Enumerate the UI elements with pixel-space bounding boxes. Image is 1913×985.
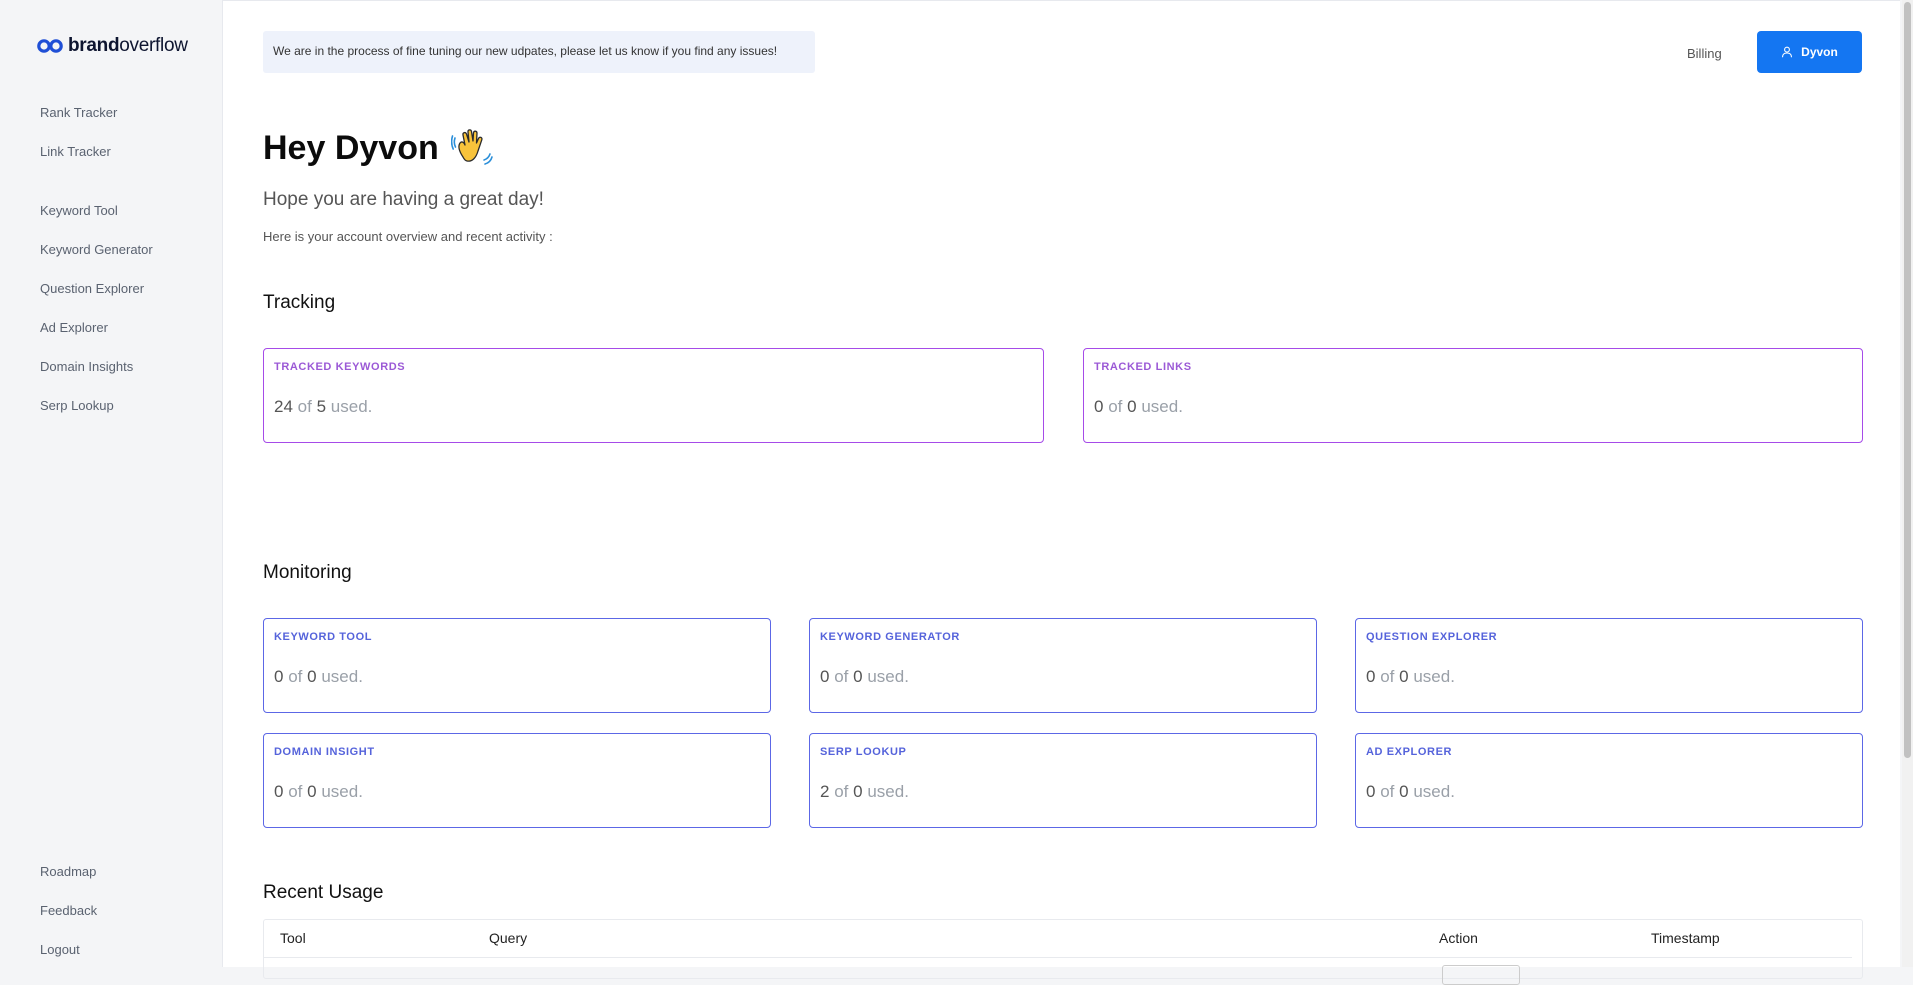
scrollbar-thumb[interactable] — [1904, 2, 1911, 758]
nav-logout[interactable]: Logout — [40, 942, 80, 957]
column-header-query[interactable]: Query — [489, 930, 527, 946]
column-header-tool[interactable]: Tool — [280, 930, 306, 946]
main-panel: We are in the process of fine tuning our… — [222, 0, 1900, 985]
card-label: QUESTION EXPLORER — [1366, 631, 1498, 643]
card-usage: 0 of 0 used. — [274, 782, 363, 801]
question-explorer-card: QUESTION EXPLORER 0 of 0 used. — [1355, 618, 1863, 713]
ad-explorer-card: AD EXPLORER 0 of 0 used. — [1355, 733, 1863, 828]
sidebar: brandoverflow Rank Tracker Link Tracker … — [0, 0, 222, 967]
nav-rank-tracker[interactable]: Rank Tracker — [40, 105, 117, 120]
nav-link-tracker[interactable]: Link Tracker — [40, 144, 111, 159]
page-title: Hey Dyvon — [263, 127, 493, 169]
column-header-action[interactable]: Action — [1439, 930, 1478, 946]
recent-usage-heading: Recent Usage — [263, 882, 384, 903]
domain-insight-card: DOMAIN INSIGHT 0 of 0 used. — [263, 733, 771, 828]
user-menu-button[interactable]: Dyvon — [1757, 31, 1862, 73]
card-label: KEYWORD GENERATOR — [820, 631, 960, 643]
tracked-keywords-card: TRACKED KEYWORDS 24 of 5 used. — [263, 348, 1044, 443]
keyword-tool-card: KEYWORD TOOL 0 of 0 used. — [263, 618, 771, 713]
update-notice: We are in the process of fine tuning our… — [263, 31, 815, 73]
table-header-divider — [264, 957, 1852, 958]
user-name: Dyvon — [1801, 45, 1838, 59]
infinity-logo-icon — [37, 39, 63, 53]
nav-ad-explorer[interactable]: Ad Explorer — [40, 320, 108, 335]
card-usage: 0 of 0 used. — [1366, 782, 1455, 801]
card-usage: 0 of 0 used. — [274, 667, 363, 686]
card-usage: 0 of 0 used. — [1094, 397, 1183, 416]
nav-keyword-tool[interactable]: Keyword Tool — [40, 203, 118, 218]
monitoring-heading: Monitoring — [263, 562, 352, 583]
tracking-heading: Tracking — [263, 292, 336, 313]
brand-logo[interactable]: brandoverflow — [36, 35, 188, 56]
nav-serp-lookup[interactable]: Serp Lookup — [40, 398, 114, 413]
greeting-subtitle: Hope you are having a great day! — [263, 189, 544, 210]
card-label: SERP LOOKUP — [820, 746, 907, 758]
user-icon — [1781, 46, 1793, 58]
billing-link[interactable]: Billing — [1687, 46, 1722, 61]
nav-keyword-generator[interactable]: Keyword Generator — [40, 242, 153, 257]
nav-feedback[interactable]: Feedback — [40, 903, 97, 918]
card-usage: 2 of 0 used. — [820, 782, 909, 801]
overview-text: Here is your account overview and recent… — [263, 229, 553, 244]
card-usage: 0 of 0 used. — [1366, 667, 1455, 686]
column-header-timestamp[interactable]: Timestamp — [1651, 930, 1720, 946]
card-label: KEYWORD TOOL — [274, 631, 373, 643]
card-label: DOMAIN INSIGHT — [274, 746, 375, 758]
card-label: TRACKED KEYWORDS — [274, 361, 406, 373]
greeting-text: Hey Dyvon — [263, 128, 439, 167]
tracked-links-card: TRACKED LINKS 0 of 0 used. — [1083, 348, 1863, 443]
keyword-generator-card: KEYWORD GENERATOR 0 of 0 used. — [809, 618, 1317, 713]
card-label: TRACKED LINKS — [1094, 361, 1192, 373]
brand-name: brandoverflow — [68, 35, 188, 56]
serp-lookup-card: SERP LOOKUP 2 of 0 used. — [809, 733, 1317, 828]
nav-domain-insights[interactable]: Domain Insights — [40, 359, 133, 374]
card-usage: 0 of 0 used. — [820, 667, 909, 686]
recent-usage-table: Tool Query Action Timestamp — [263, 919, 1863, 985]
card-label: AD EXPLORER — [1366, 746, 1453, 758]
card-usage: 24 of 5 used. — [274, 397, 373, 416]
page-scrollbar[interactable] — [1902, 0, 1913, 967]
waving-hand-icon — [450, 127, 493, 169]
nav-question-explorer[interactable]: Question Explorer — [40, 281, 144, 296]
nav-roadmap[interactable]: Roadmap — [40, 864, 96, 879]
table-row-action-button[interactable] — [1442, 965, 1520, 985]
